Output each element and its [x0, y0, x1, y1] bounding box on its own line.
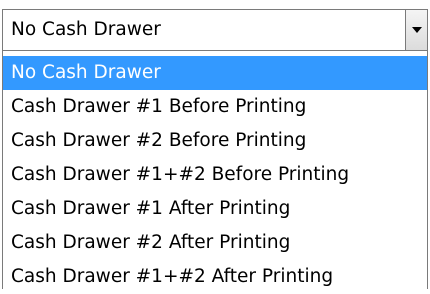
option-drawer2-before-printing[interactable]: Cash Drawer #2 Before Printing — [3, 124, 427, 158]
option-label: Cash Drawer #1 Before Printing — [11, 96, 307, 117]
dropdown-button[interactable] — [405, 10, 427, 50]
option-label: Cash Drawer #1+#2 Before Printing — [11, 164, 350, 185]
cash-drawer-select[interactable]: No Cash Drawer — [2, 9, 428, 51]
option-label: Cash Drawer #2 Before Printing — [11, 130, 307, 151]
option-drawer1-before-printing[interactable]: Cash Drawer #1 Before Printing — [3, 90, 427, 124]
chevron-down-icon — [412, 27, 422, 33]
dropdown-list: No Cash Drawer Cash Drawer #1 Before Pri… — [2, 51, 428, 289]
selected-value: No Cash Drawer — [11, 19, 161, 40]
option-drawer1-after-printing[interactable]: Cash Drawer #1 After Printing — [3, 192, 427, 226]
option-drawer2-after-printing[interactable]: Cash Drawer #2 After Printing — [3, 226, 427, 260]
option-drawer1-2-before-printing[interactable]: Cash Drawer #1+#2 Before Printing — [3, 158, 427, 192]
option-label: Cash Drawer #2 After Printing — [11, 232, 291, 253]
option-label: No Cash Drawer — [11, 62, 161, 83]
option-no-cash-drawer[interactable]: No Cash Drawer — [3, 56, 427, 90]
option-label: Cash Drawer #1 After Printing — [11, 198, 291, 219]
